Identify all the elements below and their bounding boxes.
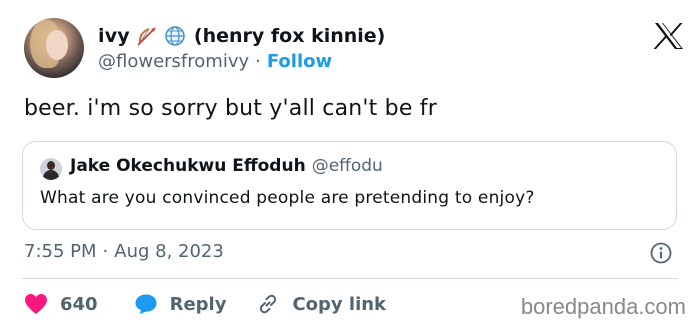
like-count: 640 bbox=[60, 293, 98, 315]
reply-bubble-icon bbox=[135, 294, 157, 314]
separator-dot: · bbox=[255, 51, 261, 72]
avatar-head bbox=[47, 161, 55, 170]
reply-button[interactable]: Reply bbox=[134, 293, 227, 315]
tweet-timestamp[interactable]: 7:55 PM · Aug 8, 2023 bbox=[24, 241, 224, 262]
watermark: boredpanda.com bbox=[520, 294, 686, 319]
author-name-row[interactable]: ivy (henry fox kinnie) bbox=[98, 23, 385, 49]
quoted-tweet[interactable]: Jake Okechukwu Effoduh @effodu What are y… bbox=[22, 141, 677, 230]
copy-link-label: Copy link bbox=[292, 293, 387, 315]
tweet-date: Aug 8, 2023 bbox=[114, 241, 224, 262]
tweet-text: beer. i'm so sorry but y'all can't be fr bbox=[24, 96, 437, 121]
globe-emoji bbox=[165, 26, 185, 46]
like-button[interactable]: 640 bbox=[24, 293, 98, 315]
author-display-name[interactable]: ivy bbox=[98, 25, 130, 47]
follow-button[interactable]: Follow bbox=[267, 51, 332, 72]
avatar-body bbox=[43, 170, 59, 180]
quoted-author-row: Jake Okechukwu Effoduh @effodu bbox=[70, 156, 383, 176]
author-handle-row: @flowersfromivy · Follow bbox=[98, 51, 332, 72]
author-display-name-suffix[interactable]: (henry fox kinnie) bbox=[194, 25, 385, 47]
avatar-face bbox=[46, 30, 68, 60]
quoted-author-handle: @effodu bbox=[311, 156, 383, 176]
link-icon bbox=[260, 294, 277, 314]
tweet-actions: 640 Reply Copy link bbox=[24, 289, 386, 319]
author-avatar[interactable] bbox=[24, 18, 84, 78]
quoted-tweet-text: What are you convinced people are preten… bbox=[40, 188, 535, 208]
x-logo-icon[interactable] bbox=[654, 22, 684, 50]
info-icon[interactable] bbox=[650, 242, 672, 264]
copy-link-button[interactable]: Copy link bbox=[256, 292, 386, 316]
separator-dot: · bbox=[102, 241, 109, 262]
quoted-author-name: Jake Okechukwu Effoduh bbox=[70, 156, 306, 176]
heart-icon bbox=[25, 294, 47, 314]
author-handle[interactable]: @flowersfromivy bbox=[98, 51, 249, 72]
divider bbox=[22, 278, 678, 279]
tweet-header: ivy (henry fox kinnie) @flowersfromivy · F… bbox=[24, 16, 684, 80]
quoted-author-avatar bbox=[40, 158, 62, 180]
bow-and-arrow-emoji bbox=[137, 27, 156, 46]
reply-label: Reply bbox=[169, 293, 227, 315]
tweet-time: 7:55 PM bbox=[24, 241, 97, 262]
